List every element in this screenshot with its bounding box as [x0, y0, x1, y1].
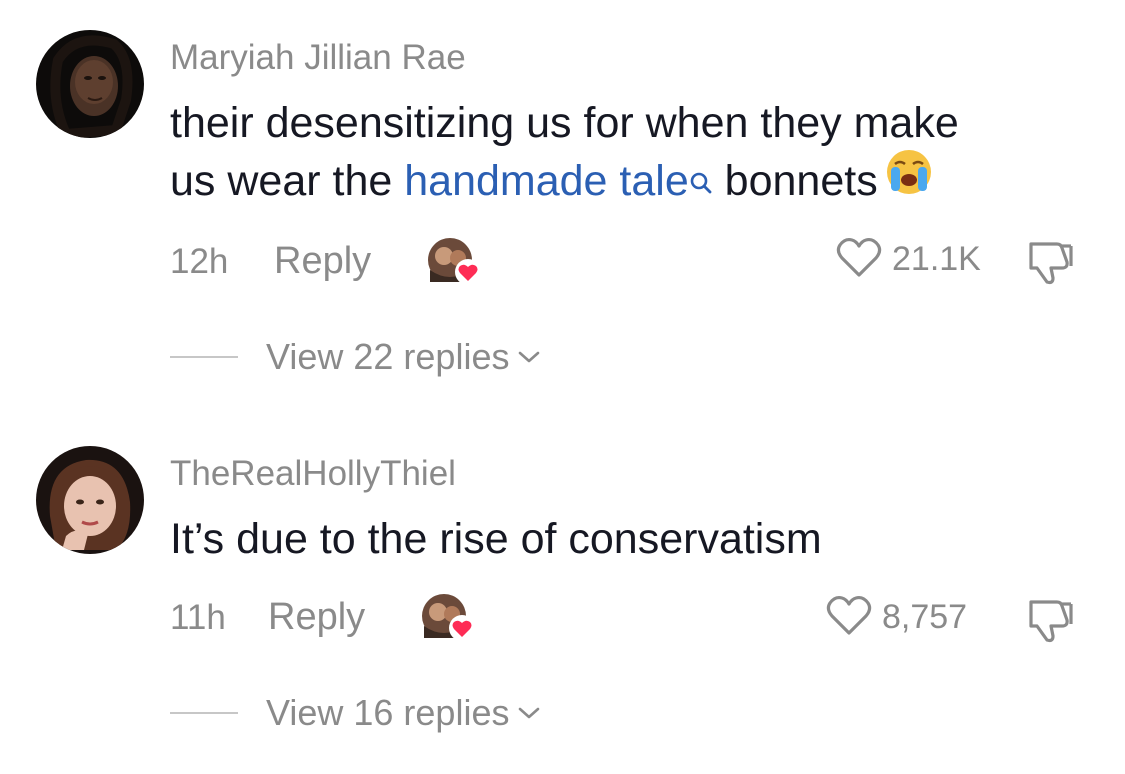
view-replies-label: View 22 replies [266, 336, 510, 377]
liked-by-creator-avatar [418, 592, 482, 648]
comment-timestamp: 12h [170, 242, 229, 281]
dislike-button[interactable] [1025, 238, 1075, 291]
like-button[interactable]: 21.1K [836, 236, 981, 283]
avatar[interactable] [36, 446, 144, 554]
like-count: 21.1K [892, 240, 981, 278]
view-replies-button[interactable]: View 22 replies [170, 336, 541, 378]
chevron-down-icon [517, 349, 541, 370]
view-replies-button[interactable]: View 16 replies [170, 692, 541, 734]
comments-panel: Maryiah Jillian Rae their desensitizing … [0, 0, 1125, 774]
comment-text: their desensitizing us for when they mak… [170, 94, 959, 212]
like-count: 8,757 [882, 598, 968, 636]
comment-text-segment: us wear the [170, 157, 405, 205]
search-suggestion-link[interactable]: handmade tale [404, 157, 713, 205]
like-button[interactable]: 8,757 [826, 594, 967, 641]
comment-text-segment: bonnets [712, 157, 878, 205]
comment-text-line: their desensitizing us for when they mak… [170, 99, 959, 147]
avatar[interactable] [36, 30, 144, 138]
dislike-button[interactable] [1025, 596, 1075, 649]
reply-button[interactable]: Reply [268, 596, 365, 639]
thumbs-down-icon [1025, 242, 1075, 290]
comment-username[interactable]: Maryiah Jillian Rae [170, 38, 466, 78]
chevron-down-icon [517, 705, 541, 726]
search-suggestion-label: handmade tale [404, 157, 689, 205]
comment-text-line: It’s due to the rise of conservatism [170, 515, 822, 563]
divider [170, 356, 238, 358]
heart-icon [826, 594, 872, 641]
comment-username[interactable]: TheRealHollyThiel [170, 454, 456, 494]
thumbs-down-icon [1025, 600, 1075, 648]
view-replies-label: View 16 replies [266, 692, 510, 733]
search-icon [689, 154, 713, 212]
comment-text-line: us wear the handmade tale bonnets [170, 150, 959, 212]
liked-by-creator-avatar [424, 236, 488, 292]
comment-timestamp: 11h [170, 598, 226, 637]
reply-button[interactable]: Reply [274, 240, 371, 283]
loudly-crying-face-icon [884, 147, 934, 212]
divider [170, 712, 238, 714]
heart-icon [836, 236, 882, 283]
comment-text: It’s due to the rise of conservatism [170, 510, 822, 568]
